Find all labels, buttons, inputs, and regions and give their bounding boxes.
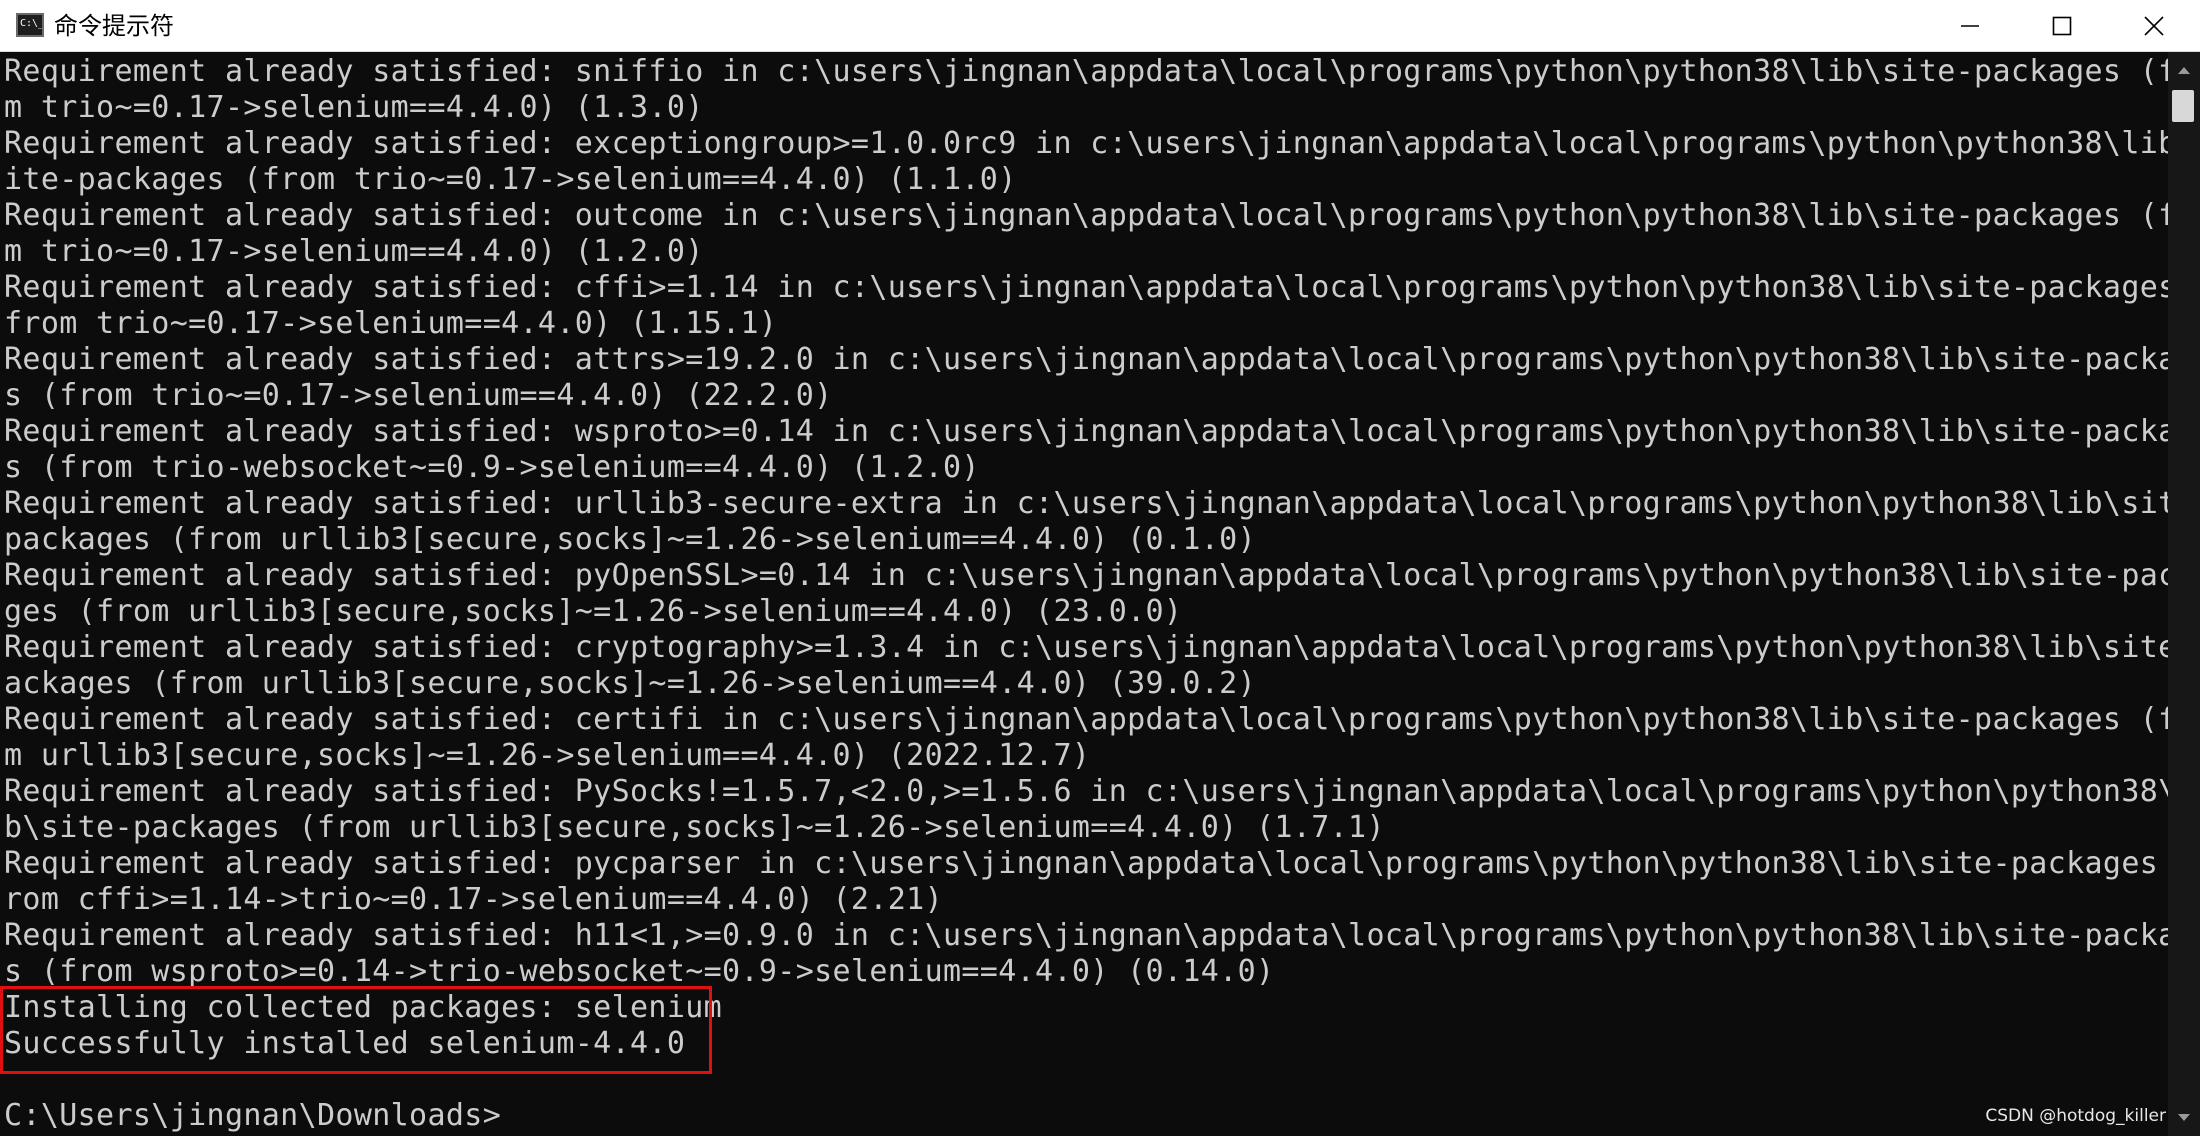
close-icon <box>2144 16 2164 36</box>
console-line: m urllib3[secure,socks]~=1.26->selenium=… <box>4 738 1091 773</box>
scrollbar-thumb[interactable] <box>2172 90 2194 122</box>
minimize-icon <box>1961 25 1979 27</box>
console-line: s (from trio-websocket~=0.9->selenium==4… <box>4 450 980 485</box>
title-bar[interactable]: C:\_ 命令提示符 <box>0 0 2200 52</box>
command-prompt-line[interactable]: C:\Users\jingnan\Downloads> <box>4 1098 501 1134</box>
console-line: Requirement already satisfied: cffi>=1.1… <box>4 270 2168 305</box>
console-line: ite-packages (from trio~=0.17->selenium=… <box>4 162 1017 197</box>
console-line: s (from wsproto>=0.14->trio-websocket~=0… <box>4 954 1275 989</box>
console-line: s (from trio~=0.17->selenium==4.4.0) (22… <box>4 378 833 413</box>
console-line: rom cffi>=1.14->trio~=0.17->selenium==4.… <box>4 882 943 917</box>
scroll-up-button[interactable] <box>2168 56 2200 86</box>
minimize-button[interactable] <box>1924 0 2016 52</box>
command-prompt-window: C:\_ 命令提示符 Requirement already satisfied… <box>0 0 2200 1136</box>
scroll-down-button[interactable] <box>2168 1102 2200 1132</box>
console-line: m trio~=0.17->selenium==4.4.0) (1.2.0) <box>4 234 704 269</box>
highlight-annotation-box <box>0 986 712 1074</box>
maximize-button[interactable] <box>2016 0 2108 52</box>
watermark: CSDN @hotdog_killer <box>1985 1106 2166 1126</box>
console-line: from trio~=0.17->selenium==4.4.0) (1.15.… <box>4 306 778 341</box>
maximize-icon <box>2052 16 2072 36</box>
console-line: Requirement already satisfied: outcome i… <box>4 198 2168 233</box>
console-line: b\site-packages (from urllib3[secure,soc… <box>4 810 1385 845</box>
console-line: Requirement already satisfied: pycparser… <box>4 846 2168 881</box>
console-line: Requirement already satisfied: exception… <box>4 126 2168 161</box>
chevron-down-icon <box>2178 1114 2190 1121</box>
console-line: Requirement already satisfied: h11<1,>=0… <box>4 918 2168 953</box>
console-line: Requirement already satisfied: cryptogra… <box>4 630 2168 665</box>
console-line: Requirement already satisfied: sniffio i… <box>4 54 2168 89</box>
console-line: packages (from urllib3[secure,socks]~=1.… <box>4 522 1256 557</box>
console-line: ackages (from urllib3[secure,socks]~=1.2… <box>4 666 1256 701</box>
console-line: Requirement already satisfied: wsproto>=… <box>4 414 2168 449</box>
console-line: Requirement already satisfied: certifi i… <box>4 702 2168 737</box>
console-line: ges (from urllib3[secure,socks]~=1.26->s… <box>4 594 1183 629</box>
console-line: Requirement already satisfied: PySocks!=… <box>4 774 2168 809</box>
cmd-app-icon[interactable]: C:\_ <box>16 13 44 37</box>
console-line: m trio~=0.17->selenium==4.4.0) (1.3.0) <box>4 90 704 125</box>
console-line: Requirement already satisfied: attrs>=19… <box>4 342 2168 377</box>
vertical-scrollbar[interactable] <box>2168 52 2200 1136</box>
console-line: Requirement already satisfied: urllib3-s… <box>4 486 2168 521</box>
close-button[interactable] <box>2108 0 2200 52</box>
console-output[interactable]: Requirement already satisfied: sniffio i… <box>0 52 2168 1136</box>
chevron-up-icon <box>2178 67 2190 74</box>
window-title: 命令提示符 <box>54 12 174 40</box>
console-line: Requirement already satisfied: pyOpenSSL… <box>4 558 2168 593</box>
